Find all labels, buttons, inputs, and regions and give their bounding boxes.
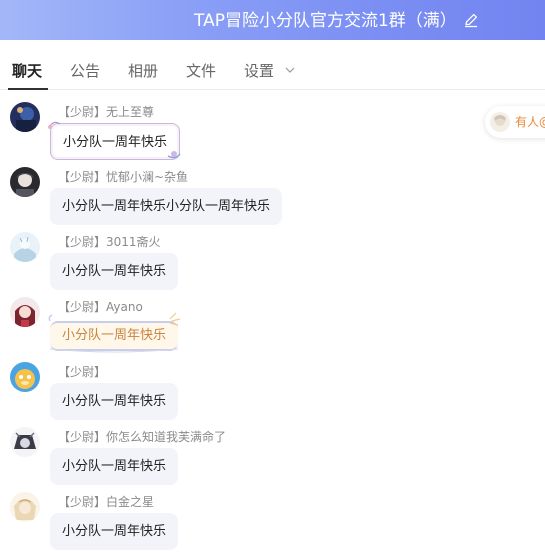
tab-announcement[interactable]: 公告 [70, 61, 100, 81]
bubble-ornament [48, 312, 181, 353]
message-bubble[interactable]: 小分队一周年快乐小分队一周年快乐 [50, 188, 283, 225]
message-bubble[interactable]: 小分队一周年快乐 [50, 253, 179, 290]
bubble-ornament [48, 121, 181, 159]
tab-settings[interactable]: 设置 [244, 61, 295, 81]
message-item: 【少尉】你怎么知道我芙满命了 小分队一周年快乐 [0, 427, 480, 491]
tab-bar: 聊天 公告 相册 文件 设置 [0, 52, 545, 90]
avatar[interactable] [10, 102, 40, 132]
chevron-down-icon [285, 67, 295, 73]
group-title: TAP冒险小分队官方交流1群（满） [194, 11, 457, 31]
tab-files[interactable]: 文件 [186, 61, 216, 81]
active-tab-indicator [8, 88, 48, 90]
title-bar: TAP冒险小分队官方交流1群（满） [0, 0, 545, 40]
tab-chat[interactable]: 聊天 [12, 61, 42, 81]
message-bubble[interactable]: 小分队一周年快乐 [50, 383, 179, 420]
tab-settings-label: 设置 [244, 62, 275, 80]
message-item: 【少尉】白金之星 小分队一周年快乐 [0, 492, 480, 556]
mention-label: 有人@ [515, 115, 545, 129]
message-item: 【少尉】无上至尊 小分队一周年快乐 [0, 102, 480, 166]
sender-name: 【少尉】忧郁小澜~杂鱼 [58, 170, 189, 184]
message-item: 【少尉】忧郁小澜~杂鱼 小分队一周年快乐小分队一周年快乐 [0, 167, 480, 231]
tab-album[interactable]: 相册 [128, 61, 158, 81]
sender-name: 【少尉】白金之星 [58, 495, 155, 509]
mention-avatar [490, 112, 510, 132]
mention-notice[interactable]: 有人@ [485, 106, 545, 138]
avatar[interactable] [10, 427, 40, 457]
message-bubble[interactable]: 小分队一周年快乐 [50, 448, 179, 485]
avatar[interactable] [10, 492, 40, 522]
avatar[interactable] [10, 232, 40, 262]
sender-name: 【少尉】 [58, 365, 107, 379]
sender-name: 【少尉】3011斋火 [58, 235, 161, 249]
avatar[interactable] [10, 167, 40, 197]
sender-name: 【少尉】你怎么知道我芙满命了 [58, 430, 227, 444]
message-item: 【少尉】3011斋火 小分队一周年快乐 [0, 232, 480, 296]
message-item: 【少尉】 小分队一周年快乐 [0, 362, 480, 426]
message-bubble[interactable]: 小分队一周年快乐 [50, 513, 179, 550]
avatar[interactable] [10, 362, 40, 392]
message-item: 【少尉】Ayano 小分队一周年快乐 [0, 297, 480, 361]
edit-icon[interactable] [463, 12, 479, 28]
avatar[interactable] [10, 297, 40, 327]
